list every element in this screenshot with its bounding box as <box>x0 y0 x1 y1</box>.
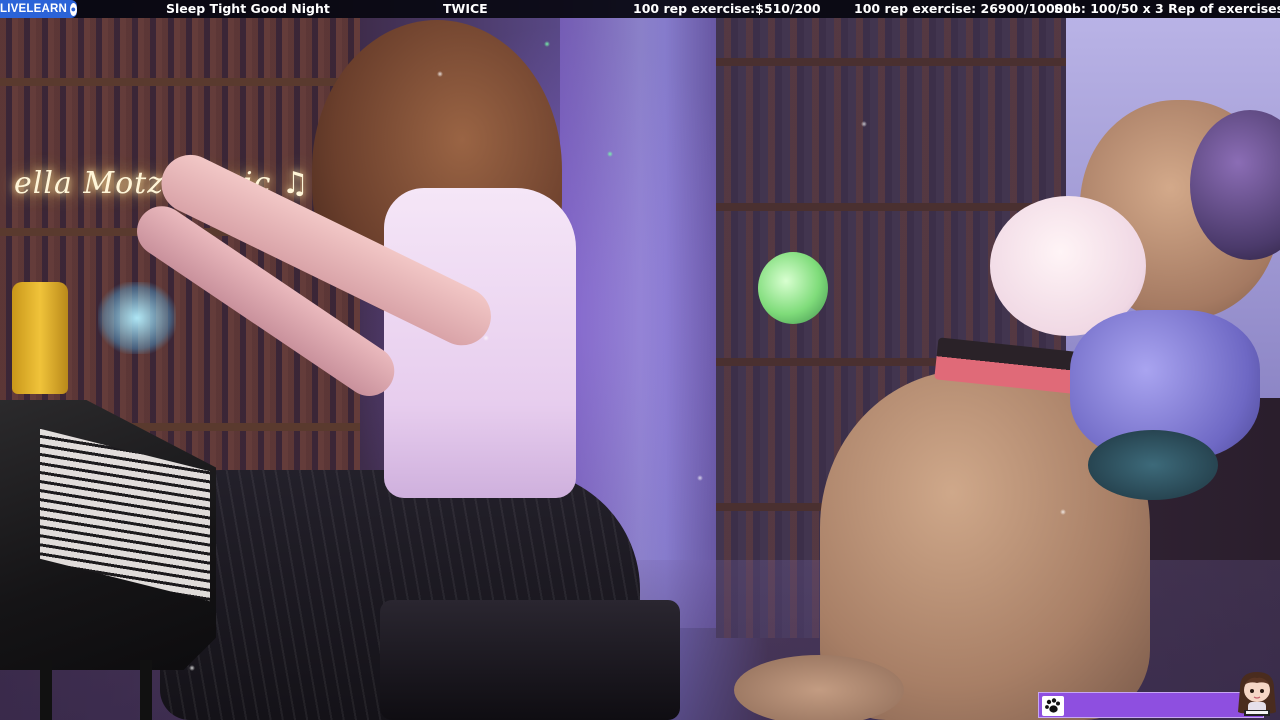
snow-particles <box>0 0 1280 720</box>
goal-text: 100 rep exercise: 26900/10000 <box>854 1 1073 16</box>
goal-progress-fill <box>1039 693 1263 717</box>
goal-widget <box>1038 672 1280 720</box>
goal-text: 100 rep exercise:$510/200 <box>633 1 821 16</box>
now-playing-song: Sleep Tight Good Night <box>166 1 330 16</box>
paw-icon <box>1042 696 1064 716</box>
chibi-avatar-icon <box>1234 668 1280 720</box>
stream-info-bar: LIVELEARN ● Sleep Tight Good Night TWICE… <box>0 0 1280 18</box>
channel-logo: LIVELEARN ● <box>0 0 77 18</box>
goal-text: Sub: 100/50 x 3 Rep of exercises <box>1054 1 1280 16</box>
now-playing-artist: TWICE <box>443 1 488 16</box>
logo-text: LIVELEARN <box>0 3 67 15</box>
video-feed: ella Motz Music ♫ <box>0 0 1280 720</box>
paw-icon: ● <box>69 2 77 16</box>
goal-progress-bar <box>1038 692 1264 718</box>
stream-frame: ella Motz Music ♫ LIVELEARN ● Sleep Tig <box>0 0 1280 720</box>
